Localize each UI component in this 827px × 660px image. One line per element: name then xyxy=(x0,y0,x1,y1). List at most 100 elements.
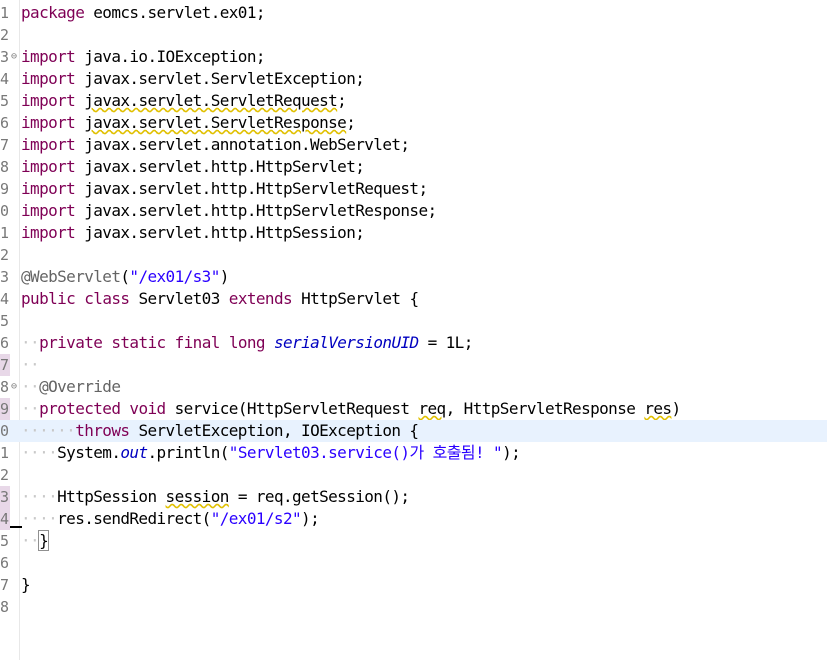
code-line-2[interactable]: 2 xyxy=(0,24,827,46)
fold-collapse-icon[interactable]: ⊖ xyxy=(9,376,19,398)
annotation: @Override xyxy=(39,377,121,396)
code-text: ····System.out.println("Servlet03.servic… xyxy=(21,443,521,462)
code-text: ··@Override xyxy=(21,377,121,396)
keyword: import xyxy=(21,135,76,154)
code-fragment: HttpServlet { xyxy=(292,289,419,308)
code-line-14[interactable]: 4 public class Servlet03 extends HttpSer… xyxy=(0,288,827,310)
code-fragment: service(HttpServletRequest xyxy=(165,399,419,418)
code-fragment: javax.servlet.ServletException; xyxy=(75,69,365,88)
line-number: 2 xyxy=(0,26,9,44)
code-line-7[interactable]: 7 import javax.servlet.annotation.WebSer… xyxy=(0,134,827,156)
code-text: ··private static final long serialVersio… xyxy=(21,333,474,352)
code-fragment: = 1L; xyxy=(418,333,474,352)
annotation: @WebServlet xyxy=(21,267,121,286)
code-editor[interactable]: 1 package eomcs.servlet.ex01; 2 3 ⊖ impo… xyxy=(0,0,827,660)
line-number: 4 xyxy=(0,290,9,308)
code-fragment: ); xyxy=(502,443,521,462)
code-fragment: ; xyxy=(337,91,347,110)
code-fragment: javax.servlet.http.HttpSession; xyxy=(75,223,365,242)
keyword: long xyxy=(228,333,266,352)
code-line-21[interactable]: 1 ····System.out.println("Servlet03.serv… xyxy=(0,442,827,464)
code-line-20-current[interactable]: 0 ······throws ServletException, IOExcep… xyxy=(0,420,827,442)
keyword: private xyxy=(39,333,103,352)
code-line-28[interactable]: 8 xyxy=(0,596,827,618)
keyword: protected xyxy=(39,399,121,418)
line-number: 9 xyxy=(0,180,9,198)
code-fragment xyxy=(75,91,84,110)
field-name: out xyxy=(120,443,148,462)
code-line-12[interactable]: 2 xyxy=(0,244,827,266)
code-text: import javax.servlet.http.HttpServletReq… xyxy=(21,178,428,200)
keyword: import xyxy=(21,113,76,132)
keyword: import xyxy=(21,47,76,66)
code-lines: 1 package eomcs.servlet.ex01; 2 3 ⊖ impo… xyxy=(0,2,827,618)
code-fragment: .println( xyxy=(147,443,229,462)
code-text: } xyxy=(21,574,31,596)
code-text: import javax.servlet.http.HttpSession; xyxy=(21,222,365,244)
parameter-name: req xyxy=(418,399,446,418)
keyword: package xyxy=(21,3,85,22)
line-number: 2 xyxy=(0,466,9,484)
string-literal: "/ex01/s2" xyxy=(210,509,302,528)
code-line-11[interactable]: 1 import javax.servlet.http.HttpSession; xyxy=(0,222,827,244)
line-number: 3 xyxy=(0,486,10,508)
code-text: package eomcs.servlet.ex01; xyxy=(21,2,266,24)
line-number: 1 xyxy=(0,444,9,462)
keyword: import xyxy=(21,91,76,110)
code-line-5[interactable]: 5 import javax.servlet.ServletRequest; xyxy=(0,90,827,112)
code-fragment: = req.getSession(); xyxy=(228,487,410,506)
line-number: 6 xyxy=(0,334,9,352)
code-line-10[interactable]: 0 import javax.servlet.http.HttpServletR… xyxy=(0,200,827,222)
keyword: throws xyxy=(75,421,130,440)
keyword: import xyxy=(21,69,76,88)
class-name: Servlet03 xyxy=(129,289,229,308)
keyword: final xyxy=(174,333,221,352)
code-line-13[interactable]: 3 @WebServlet("/ex01/s3") xyxy=(0,266,827,288)
code-fragment: javax.servlet.http.HttpServlet; xyxy=(75,157,365,176)
code-line-15[interactable]: 5 xyxy=(0,310,827,332)
matching-bracket: } xyxy=(38,530,50,551)
line-number: 8 xyxy=(0,598,9,616)
field-name: serialVersionUID xyxy=(274,333,419,352)
code-line-18[interactable]: 8 ⊖ ··@Override xyxy=(0,376,827,398)
code-line-19[interactable]: 9 ··protected void service(HttpServletRe… xyxy=(0,398,827,420)
code-text: import javax.servlet.http.HttpServletRes… xyxy=(21,200,437,222)
code-line-16[interactable]: 6 ··private static final long serialVers… xyxy=(0,332,827,354)
code-text: ·· xyxy=(21,355,40,374)
line-number: 7 xyxy=(0,576,9,594)
keyword: extends xyxy=(228,289,293,308)
code-line-26[interactable]: 6 xyxy=(0,552,827,574)
line-number: 4 xyxy=(0,508,10,530)
code-line-3[interactable]: 3 ⊖ import java.io.IOException; xyxy=(0,46,827,68)
code-text: import javax.servlet.http.HttpServlet; xyxy=(21,156,365,178)
keyword: static xyxy=(111,333,166,352)
code-line-22[interactable]: 2 xyxy=(0,464,827,486)
code-line-24[interactable]: 4 ····res.sendRedirect("/ex01/s2"); xyxy=(0,508,827,530)
code-line-17[interactable]: 7 ·· xyxy=(0,354,827,376)
code-fragment: javax.servlet.annotation.WebServlet; xyxy=(75,135,410,154)
code-fragment: java.io.IOException; xyxy=(75,47,265,66)
code-line-25[interactable]: 5 ··} xyxy=(0,530,827,552)
code-line-4[interactable]: 4 import javax.servlet.ServletException; xyxy=(0,68,827,90)
unused-variable-warning[interactable]: session xyxy=(166,487,230,506)
code-line-27[interactable]: 7 } xyxy=(0,574,827,596)
line-number: 0 xyxy=(0,202,9,220)
line-number: 1 xyxy=(0,224,9,242)
unused-import-warning[interactable]: javax.servlet.ServletRequest xyxy=(84,91,338,110)
unused-import-warning[interactable]: javax.servlet.ServletResponse xyxy=(84,113,347,132)
code-text: import javax.servlet.annotation.WebServl… xyxy=(21,134,410,156)
code-fragment: ; xyxy=(346,113,356,132)
code-text: ····HttpSession session = req.getSession… xyxy=(21,487,410,506)
code-line-1[interactable]: 1 package eomcs.servlet.ex01; xyxy=(0,2,827,24)
code-text: ··protected void service(HttpServletRequ… xyxy=(21,399,681,418)
fold-collapse-icon[interactable]: ⊖ xyxy=(9,46,19,68)
code-text: ····res.sendRedirect("/ex01/s2"); xyxy=(21,509,320,528)
keyword: class xyxy=(84,289,130,308)
code-line-8[interactable]: 8 import javax.servlet.http.HttpServlet; xyxy=(0,156,827,178)
code-line-9[interactable]: 9 import javax.servlet.http.HttpServletR… xyxy=(0,178,827,200)
code-fragment xyxy=(75,113,84,132)
code-fragment: ); xyxy=(301,509,320,528)
code-line-6[interactable]: 6 import javax.servlet.ServletResponse; xyxy=(0,112,827,134)
code-line-23[interactable]: 3 ····HttpSession session = req.getSessi… xyxy=(0,486,827,508)
code-text: import javax.servlet.ServletRequest; xyxy=(21,90,347,112)
